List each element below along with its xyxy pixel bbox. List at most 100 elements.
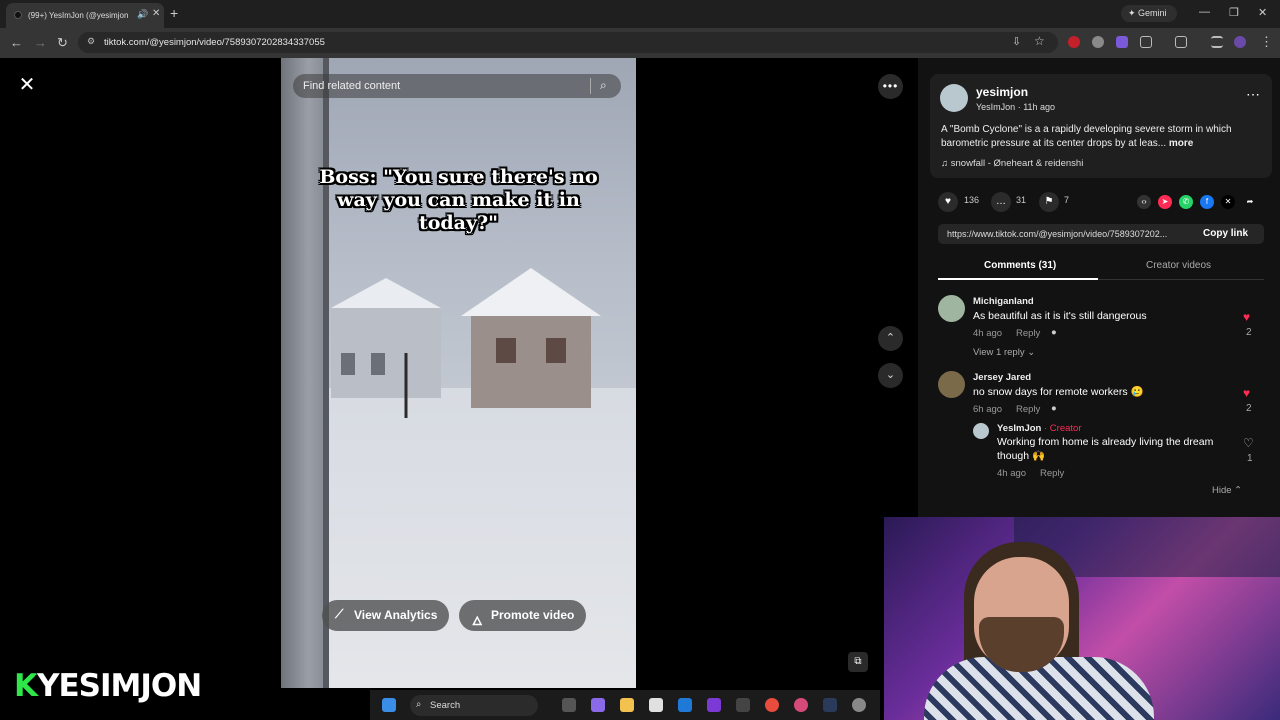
description-more-link[interactable]: more bbox=[1169, 138, 1193, 149]
task-view-icon[interactable] bbox=[562, 698, 576, 712]
comment-username[interactable]: Jersey Jared bbox=[973, 372, 1031, 383]
creator-liked-icon: ● bbox=[1051, 403, 1057, 414]
maximize-icon[interactable]: ❐ bbox=[1229, 6, 1239, 19]
reading-list-icon[interactable] bbox=[1211, 36, 1223, 48]
reply-button[interactable]: Reply bbox=[1016, 328, 1040, 339]
browser-menu-icon[interactable]: ⋮ bbox=[1260, 34, 1273, 50]
logo-k: K bbox=[14, 668, 38, 704]
settings-gear-icon[interactable] bbox=[852, 698, 866, 712]
whatsapp-icon[interactable]: ✆ bbox=[1179, 195, 1193, 209]
copy-link-button[interactable]: Copy link bbox=[1203, 228, 1248, 239]
bookmark-star-icon[interactable]: ☆ bbox=[1034, 34, 1045, 48]
windows-start-icon[interactable] bbox=[382, 698, 396, 712]
reply-button[interactable]: Reply bbox=[1040, 468, 1064, 479]
taskbar-search[interactable]: ⌕ Search bbox=[410, 695, 538, 716]
view-analytics-button[interactable]: ⟋ View Analytics bbox=[322, 600, 450, 631]
comment-text: Working from home is already living the … bbox=[997, 436, 1214, 462]
bookmark-icon[interactable]: ⚑ bbox=[1039, 192, 1059, 212]
snow-ground bbox=[281, 388, 636, 688]
avatar[interactable] bbox=[973, 423, 989, 439]
window-frame-edge bbox=[323, 58, 329, 688]
search-placeholder: Find related content bbox=[303, 80, 401, 92]
avatar[interactable] bbox=[938, 295, 965, 322]
video-description: A "Bomb Cyclone" is a a rapidly developi… bbox=[941, 123, 1261, 151]
post-more-icon[interactable]: ⋯ bbox=[1246, 86, 1260, 103]
extensions-puzzle-icon[interactable] bbox=[1140, 36, 1152, 48]
description-card: yesimjon YesImJon · 11h ago ⋯ A "Bomb Cy… bbox=[930, 74, 1272, 178]
speaker-icon[interactable]: 🔊 bbox=[137, 9, 148, 20]
x-twitter-icon[interactable]: ✕ bbox=[1221, 195, 1235, 209]
next-video-icon[interactable]: ⌄ bbox=[878, 363, 903, 388]
flame-icon: 🜂 bbox=[472, 614, 483, 628]
reply-button[interactable]: Reply bbox=[1016, 404, 1040, 415]
promote-video-button[interactable]: 🜂 Promote video bbox=[459, 600, 587, 631]
avatar[interactable] bbox=[938, 371, 965, 398]
extension-red-icon[interactable] bbox=[1068, 36, 1080, 48]
comment-like-heart-icon[interactable]: ♡ bbox=[1243, 436, 1254, 450]
like-heart-icon[interactable]: ♥ bbox=[938, 192, 958, 212]
store-icon[interactable] bbox=[649, 698, 663, 712]
creator-liked-icon: ● bbox=[1051, 327, 1057, 338]
close-tab-icon[interactable]: ✕ bbox=[152, 8, 160, 19]
more-options-icon[interactable]: ••• bbox=[878, 74, 903, 99]
send-to-friends-icon[interactable]: ➤ bbox=[1158, 195, 1172, 209]
side-panel-icon[interactable] bbox=[1175, 36, 1187, 48]
video-link-text[interactable]: https://www.tiktok.com/@yesimjon/video/7… bbox=[947, 229, 1189, 239]
music-row[interactable]: ♫ snowfall - Øneheart & reidenshi bbox=[941, 158, 1083, 169]
extension-gray-icon[interactable] bbox=[1092, 36, 1104, 48]
comment-text: As beautiful as it is it's still dangero… bbox=[973, 310, 1147, 322]
comment-time: 4h ago bbox=[973, 328, 1003, 339]
maps-pin-icon[interactable] bbox=[794, 698, 808, 712]
window-frame bbox=[281, 58, 327, 688]
facebook-icon[interactable]: f bbox=[1200, 195, 1214, 209]
comment-username[interactable]: YesImJon · Creator bbox=[997, 423, 1081, 434]
hide-replies-button[interactable]: Hide ⌃ bbox=[1212, 485, 1242, 496]
comment-bubble-icon[interactable]: … bbox=[991, 192, 1011, 212]
install-app-icon[interactable]: ⇩ bbox=[1012, 35, 1021, 48]
browser-tab[interactable]: (99+) YesImJon (@yesimjon) 🔊 ✕ bbox=[6, 3, 164, 28]
embed-code-icon[interactable]: ‹› bbox=[1137, 195, 1151, 209]
close-window-icon[interactable]: ✕ bbox=[1258, 6, 1267, 19]
like-count: 136 bbox=[964, 195, 980, 205]
app-grid-icon[interactable] bbox=[736, 698, 750, 712]
mail-icon[interactable] bbox=[678, 698, 692, 712]
author-username[interactable]: yesimjon bbox=[976, 85, 1028, 99]
site-info-icon[interactable]: ⚙ bbox=[87, 36, 95, 47]
comment-like-heart-icon[interactable]: ♥ bbox=[1243, 386, 1250, 400]
search-icon[interactable]: ⌕ bbox=[600, 78, 607, 93]
browser-tab-bar: (99+) YesImJon (@yesimjon) 🔊 ✕ + ✦ Gemin… bbox=[0, 0, 1280, 28]
reload-icon[interactable]: ↻ bbox=[57, 35, 68, 51]
tab-comments[interactable]: Comments (31) bbox=[984, 260, 1056, 271]
forward-icon[interactable]: → bbox=[34, 35, 47, 50]
related-content-search[interactable]: Find related content ⌕ bbox=[293, 74, 621, 98]
author-subline: YesImJon · 11h ago bbox=[976, 102, 1056, 112]
logo-name: YESIMJON bbox=[37, 668, 202, 704]
chrome-icon[interactable] bbox=[765, 698, 779, 712]
search-divider bbox=[590, 78, 591, 94]
profile-avatar-icon[interactable] bbox=[1234, 36, 1246, 48]
video-player[interactable]: Find related content ⌕ Boss: "You sure t… bbox=[281, 58, 636, 688]
share-arrow-icon[interactable]: ➦ bbox=[1243, 195, 1257, 209]
gemini-button[interactable]: ✦ Gemini bbox=[1121, 5, 1177, 22]
music-note-icon: ♫ bbox=[941, 158, 949, 169]
copilot-icon[interactable] bbox=[591, 698, 605, 712]
file-explorer-icon[interactable] bbox=[620, 698, 634, 712]
back-icon[interactable]: ← bbox=[10, 35, 23, 50]
author-avatar[interactable] bbox=[940, 84, 968, 112]
comment-time: 6h ago bbox=[973, 404, 1003, 415]
browser-toolbar: ← → ↻ ⚙ tiktok.com/@yesimjon/video/75893… bbox=[0, 28, 1280, 58]
comment-like-heart-icon[interactable]: ♥ bbox=[1243, 310, 1250, 324]
view-replies-button[interactable]: View 1 reply ⌄ bbox=[973, 347, 1035, 358]
mini-player-icon[interactable]: ⧉ bbox=[848, 652, 868, 672]
tab-creator-videos[interactable]: Creator videos bbox=[1146, 260, 1211, 271]
address-bar[interactable]: ⚙ tiktok.com/@yesimjon/video/75893072028… bbox=[78, 32, 1058, 53]
steam-icon[interactable] bbox=[823, 698, 837, 712]
previous-video-icon[interactable]: ⌃ bbox=[878, 326, 903, 351]
comment-username[interactable]: Michiganland bbox=[973, 296, 1034, 307]
reply-username: YesImJon bbox=[997, 423, 1042, 434]
close-video-icon[interactable]: ✕ bbox=[16, 74, 38, 96]
teams-icon[interactable] bbox=[707, 698, 721, 712]
new-tab-button[interactable]: + bbox=[170, 5, 178, 21]
extension-purple-icon[interactable] bbox=[1116, 36, 1128, 48]
minimize-icon[interactable]: — bbox=[1199, 6, 1210, 18]
